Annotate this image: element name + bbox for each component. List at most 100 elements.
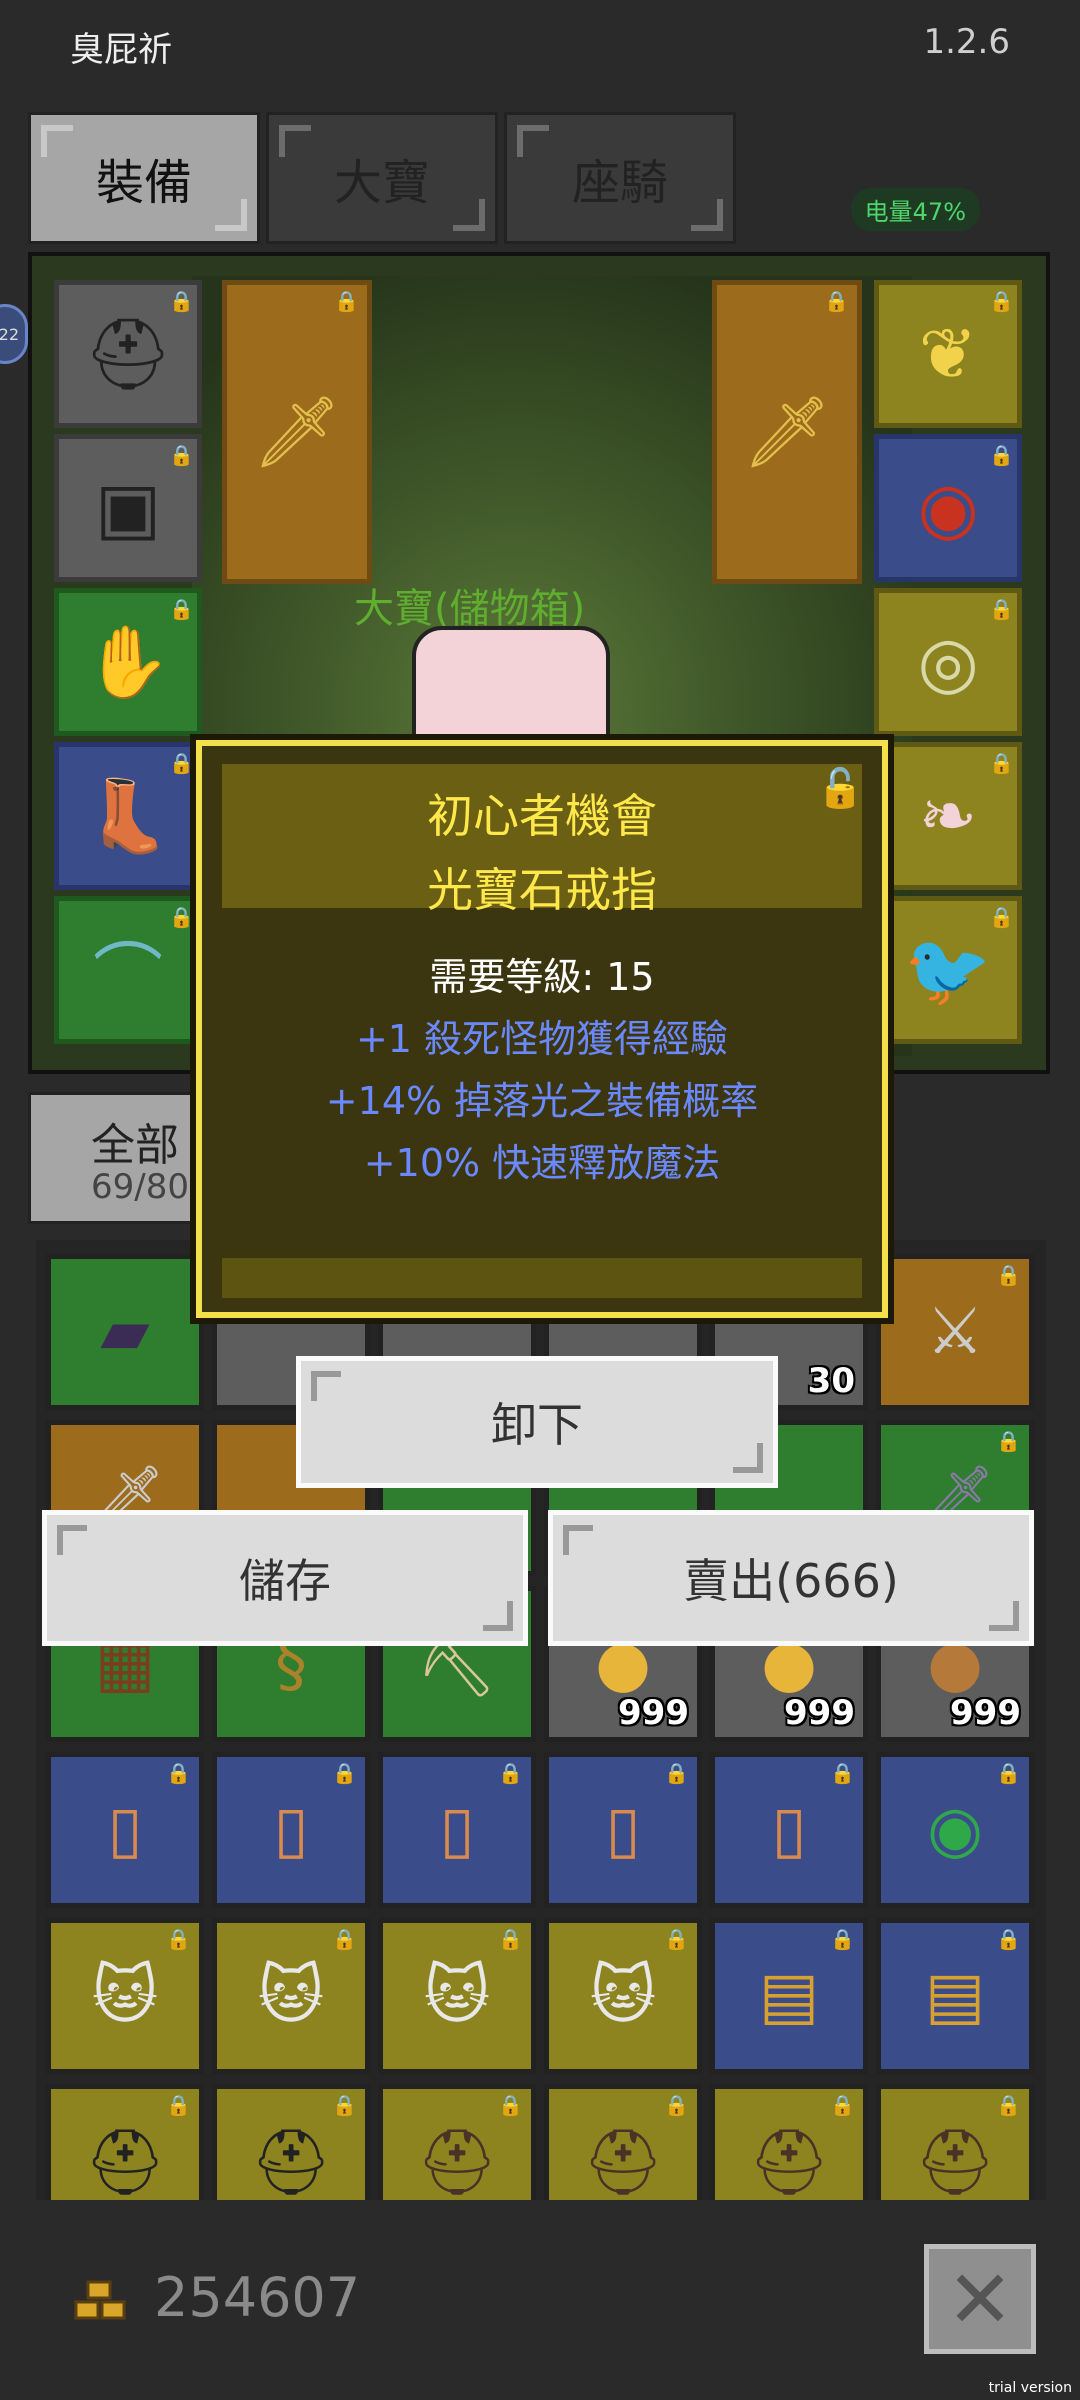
- tab-corner: [517, 125, 549, 157]
- lock-icon: 🔒: [664, 2093, 689, 2117]
- lock-icon: 🔒: [332, 2093, 357, 2117]
- inventory-slot[interactable]: 🐱 🔒: [46, 1918, 204, 2074]
- button-corner: [989, 1601, 1019, 1631]
- inventory-slot[interactable]: ▤ 🔒: [710, 1918, 868, 2074]
- equip-slot-ring[interactable]: ◉ 🔒: [874, 434, 1022, 582]
- close-button[interactable]: ✕: [924, 2244, 1036, 2354]
- inventory-slot[interactable]: 🐱 🔒: [212, 1918, 370, 2074]
- gold-coins-icon: [74, 2280, 126, 2320]
- sell-button[interactable]: 賣出(666): [548, 1510, 1034, 1646]
- equip-slot-belt[interactable]: ⌒ 🔒: [54, 896, 202, 1044]
- item-count: 999: [950, 1693, 1021, 1733]
- equip-slot-boots[interactable]: 👢 🔒: [54, 742, 202, 890]
- inventory-slot[interactable]: ▰: [46, 1254, 204, 1410]
- tab-corner: [453, 199, 485, 231]
- inventory-slot[interactable]: ⛑ 🔒: [378, 2084, 536, 2200]
- tab-storage[interactable]: 大寶: [266, 112, 498, 244]
- lock-icon: 🔒: [989, 905, 1014, 929]
- inventory-slot[interactable]: 🐱 🔒: [378, 1918, 536, 2074]
- lock-icon: 🔒: [169, 905, 194, 929]
- tab-label: 大寶: [333, 155, 430, 211]
- item-stat: +1 殺死怪物獲得經驗: [355, 1017, 729, 1061]
- lock-icon: 🔒: [989, 289, 1014, 313]
- inventory-slot[interactable]: ▯ 🔒: [46, 1752, 204, 1908]
- item-stat: +10% 快速釋放魔法: [363, 1141, 721, 1185]
- inventory-slot[interactable]: ⛑ 🔒: [544, 2084, 702, 2200]
- item-tooltip: 初心者機會 光寶石戒指 🔓 需要等級: 15 +1 殺死怪物獲得經驗 +14% …: [196, 740, 888, 1318]
- tab-corner: [41, 125, 73, 157]
- gold-amount: 254607: [154, 2266, 361, 2329]
- sell-label: 賣出(666): [683, 1554, 899, 1608]
- item-name: 光寶石戒指: [427, 863, 657, 917]
- lock-icon: 🔒: [664, 1761, 689, 1785]
- player-name: 臭屁祈: [70, 30, 172, 70]
- lock-icon: 🔒: [332, 1927, 357, 1951]
- inventory-slot[interactable]: ▤ 🔒: [876, 1918, 1034, 2074]
- tab-label: 座騎: [571, 155, 668, 211]
- equip-slot-accessory[interactable]: ❧ 🔒: [874, 742, 1022, 890]
- lock-icon[interactable]: 🔓: [817, 766, 864, 811]
- lock-icon: 🔒: [830, 1927, 855, 1951]
- lock-icon: 🔒: [830, 1761, 855, 1785]
- lock-icon: 🔒: [169, 289, 194, 313]
- inventory-tab-all[interactable]: 全部 69/80: [28, 1092, 218, 1224]
- equip-slot-weapon-left[interactable]: 🗡 🔒: [222, 280, 372, 584]
- inventory-tab-label: 全部: [91, 1120, 179, 1171]
- equip-slot-gloves[interactable]: ✋ 🔒: [54, 588, 202, 736]
- inventory-slot[interactable]: ⚔ 🔒: [876, 1254, 1034, 1410]
- item-name-prefix: 初心者機會: [427, 789, 657, 843]
- lock-icon: 🔒: [166, 1761, 191, 1785]
- unequip-button[interactable]: 卸下: [296, 1356, 778, 1488]
- lock-icon: 🔒: [824, 289, 849, 313]
- lock-icon: 🔒: [996, 1429, 1021, 1453]
- tab-equipment[interactable]: 裝備: [28, 112, 260, 244]
- lock-icon: 🔒: [996, 1761, 1021, 1785]
- tab-mount[interactable]: 座騎: [504, 112, 736, 244]
- lock-icon: 🔒: [830, 2093, 855, 2117]
- watermark: trial version: [988, 2380, 1072, 2396]
- lock-icon: 🔒: [498, 2093, 523, 2117]
- lock-icon: 🔒: [989, 443, 1014, 467]
- inventory-slot[interactable]: ◉ 🔒: [876, 1752, 1034, 1908]
- equip-slot-pet[interactable]: 🐦 🔒: [874, 896, 1022, 1044]
- button-corner: [57, 1525, 87, 1555]
- tab-corner: [279, 125, 311, 157]
- inventory-slot[interactable]: ▯ 🔒: [710, 1752, 868, 1908]
- unequip-label: 卸下: [491, 1398, 583, 1452]
- inventory-slot[interactable]: 🐱 🔒: [544, 1918, 702, 2074]
- level-requirement: 需要等級: 15: [429, 955, 655, 999]
- lock-icon: 🔒: [498, 1927, 523, 1951]
- button-corner: [311, 1371, 341, 1401]
- inventory-slot[interactable]: ▯ 🔒: [544, 1752, 702, 1908]
- lock-icon: 🔒: [664, 1927, 689, 1951]
- inventory-slot[interactable]: ⛑ 🔒: [46, 2084, 204, 2200]
- equip-slot-armor[interactable]: ▣ 🔒: [54, 434, 202, 582]
- side-badge[interactable]: 22: [0, 304, 28, 364]
- equip-slot-helmet[interactable]: ⛑ 🔒: [54, 280, 202, 428]
- equip-slot-ring-2[interactable]: ◎ 🔒: [874, 588, 1022, 736]
- lock-icon: 🔒: [166, 2093, 191, 2117]
- equip-slot-necklace[interactable]: ❦ 🔒: [874, 280, 1022, 428]
- item-stat: +14% 掉落光之裝備概率: [325, 1079, 759, 1123]
- battery-indicator: 电量47%: [850, 188, 980, 231]
- tab-label: 裝備: [95, 155, 192, 211]
- item-count: 999: [618, 1693, 689, 1733]
- inventory-slot[interactable]: ⛑ 🔒: [212, 2084, 370, 2200]
- lock-icon: 🔒: [334, 289, 359, 313]
- lock-icon: 🔒: [169, 751, 194, 775]
- store-label: 儲存: [239, 1554, 331, 1608]
- store-button[interactable]: 儲存: [42, 1510, 528, 1646]
- version-label: 1.2.6: [923, 22, 1010, 62]
- inventory-slot[interactable]: ▯ 🔒: [212, 1752, 370, 1908]
- inventory-slot[interactable]: ⛑ 🔒: [710, 2084, 868, 2200]
- button-corner: [483, 1601, 513, 1631]
- lock-icon: 🔒: [166, 1927, 191, 1951]
- lock-icon: 🔒: [498, 1761, 523, 1785]
- equip-slot-weapon-right[interactable]: 🗡 🔒: [712, 280, 862, 584]
- lock-icon: 🔒: [169, 443, 194, 467]
- inventory-slot[interactable]: ▯ 🔒: [378, 1752, 536, 1908]
- item-count: 999: [784, 1693, 855, 1733]
- armor-icon: ▰: [100, 1295, 150, 1369]
- lock-icon: 🔒: [332, 1761, 357, 1785]
- inventory-slot[interactable]: ⛑ 🔒: [876, 2084, 1034, 2200]
